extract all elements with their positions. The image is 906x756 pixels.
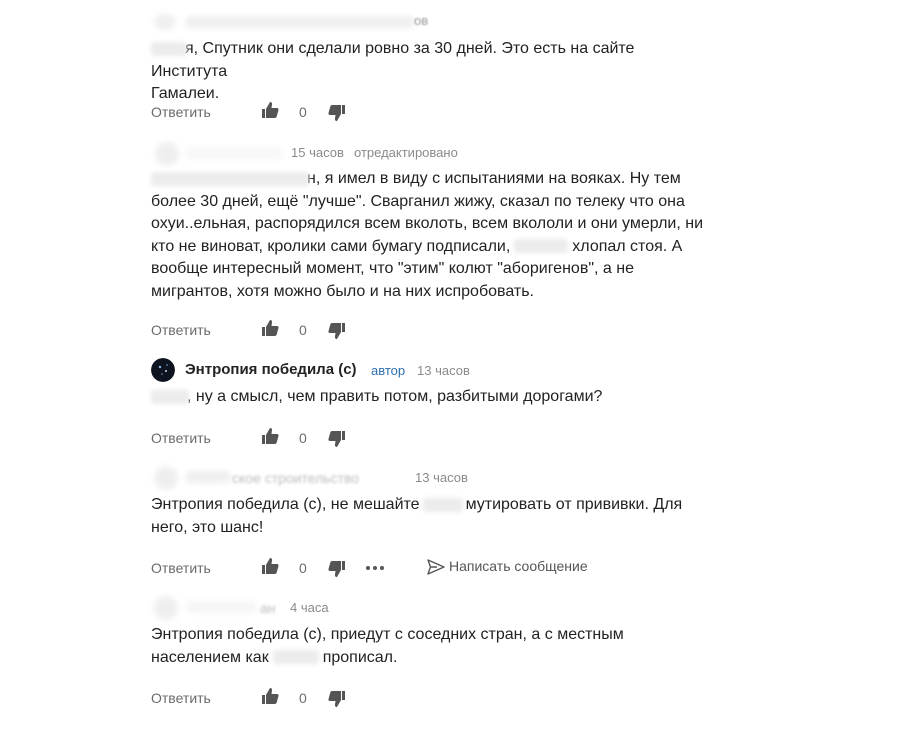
- thumbs-down-icon[interactable]: [328, 322, 346, 340]
- redacted-name: [514, 239, 569, 254]
- thumbs-up-icon[interactable]: [261, 557, 279, 575]
- thumbs-down-icon[interactable]: [328, 430, 346, 448]
- redacted-name: [151, 171, 309, 186]
- redacted-name: [151, 41, 187, 56]
- comment-line: Энтропия победила (с), не мешайте: [151, 496, 420, 513]
- comment-line: прописал.: [322, 648, 398, 666]
- author-name[interactable]: Энтропия победила (с): [185, 361, 357, 378]
- comment-time: 4 часа: [290, 600, 329, 615]
- avatar[interactable]: [151, 358, 175, 382]
- like-count: 0: [299, 690, 307, 706]
- reply-button[interactable]: Ответить: [151, 104, 211, 120]
- write-message-button[interactable]: Написать сообщение: [427, 558, 588, 578]
- comment-line: Энтропия победила (с), приедут с соседни…: [151, 626, 624, 643]
- author-badge: автор: [371, 363, 406, 378]
- like-count: 0: [299, 430, 307, 446]
- thumbs-up-icon[interactable]: [261, 319, 279, 337]
- reply-button[interactable]: Ответить: [151, 560, 211, 576]
- comment-line: вообще интересный момент, что "этим" кол…: [151, 260, 634, 277]
- avatar-blurred: [155, 142, 179, 166]
- comment-line: мутировать от прививки. Для: [465, 496, 683, 513]
- comment-line: Гамалеи.: [151, 85, 220, 102]
- comment-line: охуи..ельная, распорядился всем вколоть,…: [151, 215, 704, 232]
- like-count: 0: [299, 322, 307, 338]
- comment-text: Энтропия победила (с), не мешайте мутиров…: [151, 494, 711, 539]
- comment-text: , ну а смысл, чем править потом, разбиты…: [151, 386, 711, 409]
- redacted-name: [272, 650, 319, 665]
- comment-line: , ну а смысл, чем править потом, разбиты…: [187, 388, 603, 405]
- author-name-blurred: [186, 16, 414, 28]
- paper-plane-icon: [427, 559, 445, 575]
- author-name-blurred: [186, 471, 230, 483]
- redacted-name: [422, 497, 463, 512]
- avatar-blurred: [154, 466, 178, 490]
- author-name-blurred: [186, 601, 256, 613]
- reply-button[interactable]: Ответить: [151, 430, 211, 446]
- thumbs-up-icon[interactable]: [261, 427, 279, 445]
- edited-label: отредактировано: [354, 145, 458, 160]
- avatar-blurred: [154, 596, 178, 620]
- comment-time: 13 часов: [415, 470, 468, 485]
- comment-text: н, я имел в виду с испытаниями на вояках…: [151, 168, 711, 303]
- comment-line: мигрантов, хотя можно было и на них испр…: [151, 282, 534, 300]
- author-name-fragment: ан: [260, 600, 276, 616]
- comment-line: я, Спутник они сделали ровно за 30 дней.…: [151, 40, 635, 80]
- thumbs-down-icon[interactable]: [328, 104, 346, 122]
- comment-line: н, я имел в виду с испытаниями на вояках…: [307, 170, 681, 187]
- thumbs-up-icon[interactable]: [261, 101, 279, 119]
- comment-line: населением как: [151, 648, 269, 666]
- like-count: 0: [299, 104, 307, 120]
- reply-button[interactable]: Ответить: [151, 322, 211, 338]
- like-count: 0: [299, 560, 307, 576]
- author-name-fragment: ов: [414, 13, 429, 28]
- comment-time: 15 часов: [291, 145, 344, 160]
- write-message-label: Написать сообщение: [449, 558, 588, 574]
- comment-line: кто не виноват, кролики сами бумагу подп…: [151, 237, 511, 255]
- more-dots-icon[interactable]: [364, 559, 386, 577]
- comment-line: хлопал стоя. А: [572, 237, 683, 255]
- author-name-fragment: ское строительство: [232, 470, 360, 486]
- author-name-blurred: [186, 147, 282, 159]
- comment-time: 13 часов: [417, 363, 470, 378]
- comment-text: я, Спутник они сделали ровно за 30 дней.…: [151, 38, 711, 106]
- comment-line: более 30 дней, ещё "лучше". Сварганил жи…: [151, 192, 685, 210]
- thumbs-down-icon[interactable]: [328, 690, 346, 708]
- avatar-blurred: [154, 14, 176, 30]
- comment-text: Энтропия победила (с), приедут с соседни…: [151, 624, 711, 669]
- comment-line: него, это шанс!: [151, 518, 264, 536]
- thumbs-up-icon[interactable]: [261, 687, 279, 705]
- reply-button[interactable]: Ответить: [151, 690, 211, 706]
- thumbs-down-icon[interactable]: [328, 560, 346, 578]
- redacted-name: [151, 389, 189, 404]
